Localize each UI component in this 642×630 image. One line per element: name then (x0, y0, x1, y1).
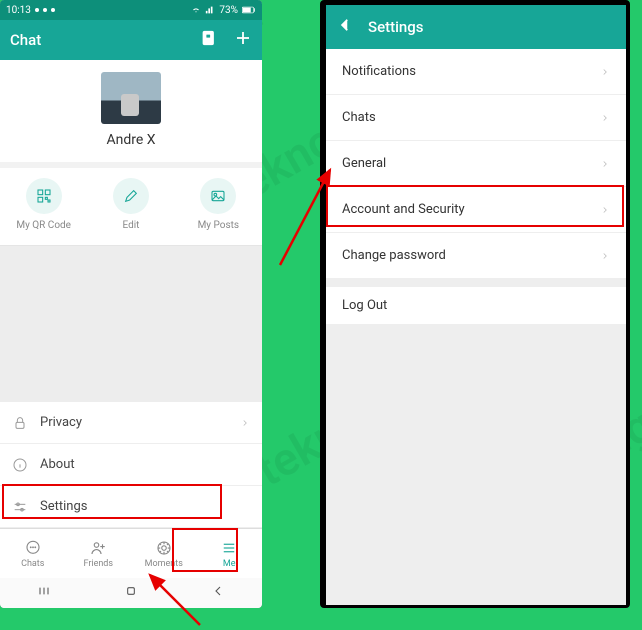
sliders-icon (12, 499, 28, 515)
notifications-label: Notifications (342, 64, 416, 79)
about-label: About (40, 457, 75, 472)
nav-back[interactable] (210, 583, 226, 603)
general-label: General (342, 156, 386, 171)
friends-icon (89, 539, 107, 557)
status-dot-icon (51, 8, 55, 12)
back-button[interactable] (336, 16, 354, 38)
wifi-icon (191, 5, 201, 15)
settings-logout[interactable]: Log Out (326, 279, 626, 325)
edit-button[interactable]: Edit (87, 178, 174, 231)
qr-label: My QR Code (0, 220, 87, 231)
chevron-right-icon (240, 418, 250, 428)
picture-icon (210, 188, 226, 204)
header-settings: Settings (326, 5, 626, 49)
tab-moments-label: Moments (145, 559, 183, 569)
battery-icon (242, 6, 256, 14)
my-posts-button[interactable]: My Posts (175, 178, 262, 231)
status-time: 10:13 (6, 5, 31, 16)
logout-label: Log Out (342, 298, 387, 313)
settings-general[interactable]: General (326, 141, 626, 187)
lock-icon (12, 415, 28, 431)
tab-me-label: Me (223, 559, 236, 569)
chevron-left-icon (336, 16, 354, 34)
status-dot-icon (43, 8, 47, 12)
menu-icon (220, 539, 238, 557)
phone-left: 10:13 73% Chat (0, 0, 262, 608)
chevron-right-icon (600, 159, 610, 169)
settings-notifications[interactable]: Notifications (326, 49, 626, 95)
qr-icon (36, 188, 52, 204)
account-security-label: Account and Security (342, 202, 465, 217)
chevron-right-icon (600, 67, 610, 77)
tab-friends[interactable]: Friends (66, 529, 132, 578)
settings-title: Settings (368, 18, 616, 36)
chats-label: Chats (342, 110, 376, 125)
contacts-icon[interactable] (200, 29, 218, 51)
info-icon (12, 457, 28, 473)
edit-label: Edit (87, 220, 174, 231)
tab-chats[interactable]: Chats (0, 529, 66, 578)
settings-label: Settings (40, 499, 87, 514)
header-title: Chat (10, 31, 200, 49)
pencil-icon (123, 188, 139, 204)
change-password-label: Change password (342, 248, 446, 263)
settings-change-password[interactable]: Change password (326, 233, 626, 279)
tab-me[interactable]: Me (197, 529, 263, 578)
status-dot-icon (35, 8, 39, 12)
settings-chats[interactable]: Chats (326, 95, 626, 141)
menu-privacy[interactable]: Privacy (0, 402, 262, 444)
signal-icon (205, 5, 215, 15)
tab-moments[interactable]: Moments (131, 529, 197, 578)
nav-home[interactable] (123, 583, 139, 603)
add-icon[interactable] (234, 29, 252, 51)
settings-account-security[interactable]: Account and Security (326, 187, 626, 233)
action-row: My QR Code Edit My Posts (0, 168, 262, 246)
posts-label: My Posts (175, 220, 262, 231)
battery-text: 73% (219, 5, 238, 16)
tab-friends-label: Friends (83, 559, 113, 569)
chevron-right-icon (600, 205, 610, 215)
bottom-menu: Privacy About Settings (0, 402, 262, 528)
avatar[interactable] (101, 72, 161, 124)
header-chat: Chat (0, 20, 262, 60)
android-nav (0, 578, 262, 608)
menu-about[interactable]: About (0, 444, 262, 486)
privacy-label: Privacy (40, 415, 82, 430)
chevron-right-icon (600, 251, 610, 261)
chat-icon (24, 539, 42, 557)
tab-bar: Chats Friends Moments Me (0, 528, 262, 578)
tab-chats-label: Chats (21, 559, 44, 569)
menu-settings[interactable]: Settings (0, 486, 262, 528)
nav-recent[interactable] (36, 583, 52, 603)
moments-icon (155, 539, 173, 557)
phone-right: Settings Notifications Chats General Acc… (320, 0, 630, 608)
profile-card[interactable]: Andre X (0, 60, 262, 162)
settings-list: Notifications Chats General Account and … (326, 49, 626, 325)
profile-name: Andre X (0, 132, 262, 148)
status-bar: 10:13 73% (0, 0, 262, 20)
chevron-right-icon (600, 113, 610, 123)
qr-code-button[interactable]: My QR Code (0, 178, 87, 231)
